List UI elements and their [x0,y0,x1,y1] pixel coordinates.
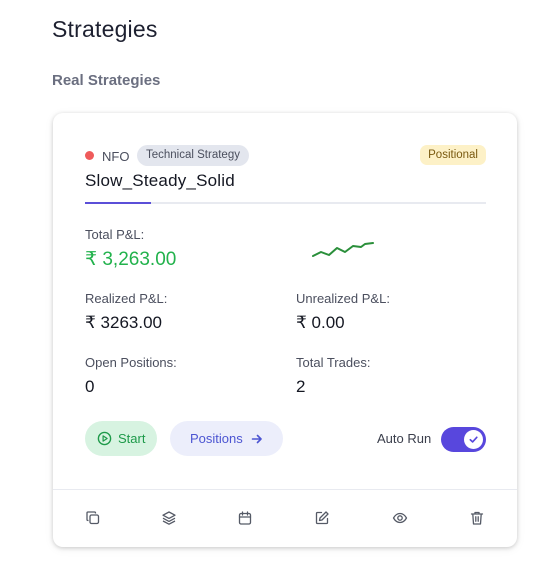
strategy-type-badge: Technical Strategy [137,145,249,166]
positional-badge: Positional [420,145,486,165]
start-button[interactable]: Start [85,421,158,456]
total-trades-label: Total Trades: [296,355,371,370]
toggle-knob [464,430,483,449]
page-title: Strategies [52,16,158,42]
positions-button[interactable]: Positions [170,421,283,456]
positions-button-label: Positions [190,431,243,446]
start-button-label: Start [118,431,146,446]
play-circle-icon [97,431,112,446]
edit-button[interactable] [313,509,331,527]
unrealized-pnl-value: ₹ 0.00 [296,313,345,332]
calendar-icon [238,511,252,525]
footer-divider [53,489,517,490]
realized-pnl-label: Realized P&L: [85,291,168,306]
total-trades-value: 2 [296,377,306,396]
eye-icon [392,512,408,524]
copy-button[interactable] [84,509,102,527]
calendar-button[interactable] [236,509,254,527]
total-pnl-label: Total P&L: [85,227,145,242]
total-pnl-value: ₹ 3,263.00 [85,249,177,270]
layers-icon [162,511,176,525]
strategy-name: Slow_Steady_Solid [85,171,235,190]
section-title: Real Strategies [52,72,161,89]
layers-button[interactable] [160,509,178,527]
pnl-sparkline [312,242,374,257]
realized-pnl-value: ₹ 3263.00 [85,313,162,332]
status-dot [85,151,94,160]
open-positions-value: 0 [85,377,95,396]
view-button[interactable] [391,509,409,527]
unrealized-pnl-label: Unrealized P&L: [296,291,390,306]
trash-icon [470,511,484,525]
delete-button[interactable] [468,509,486,527]
strategy-card: NFO Technical Strategy Positional Slow_S… [53,113,517,547]
auto-run-toggle[interactable] [441,427,486,452]
check-icon [469,436,478,443]
header-divider-accent [85,202,151,204]
open-positions-label: Open Positions: [85,355,177,370]
exchange-label: NFO [102,149,130,164]
edit-icon [315,511,329,525]
arrow-right-icon [251,434,262,443]
copy-icon [86,511,100,525]
auto-run-label: Auto Run [377,431,432,446]
